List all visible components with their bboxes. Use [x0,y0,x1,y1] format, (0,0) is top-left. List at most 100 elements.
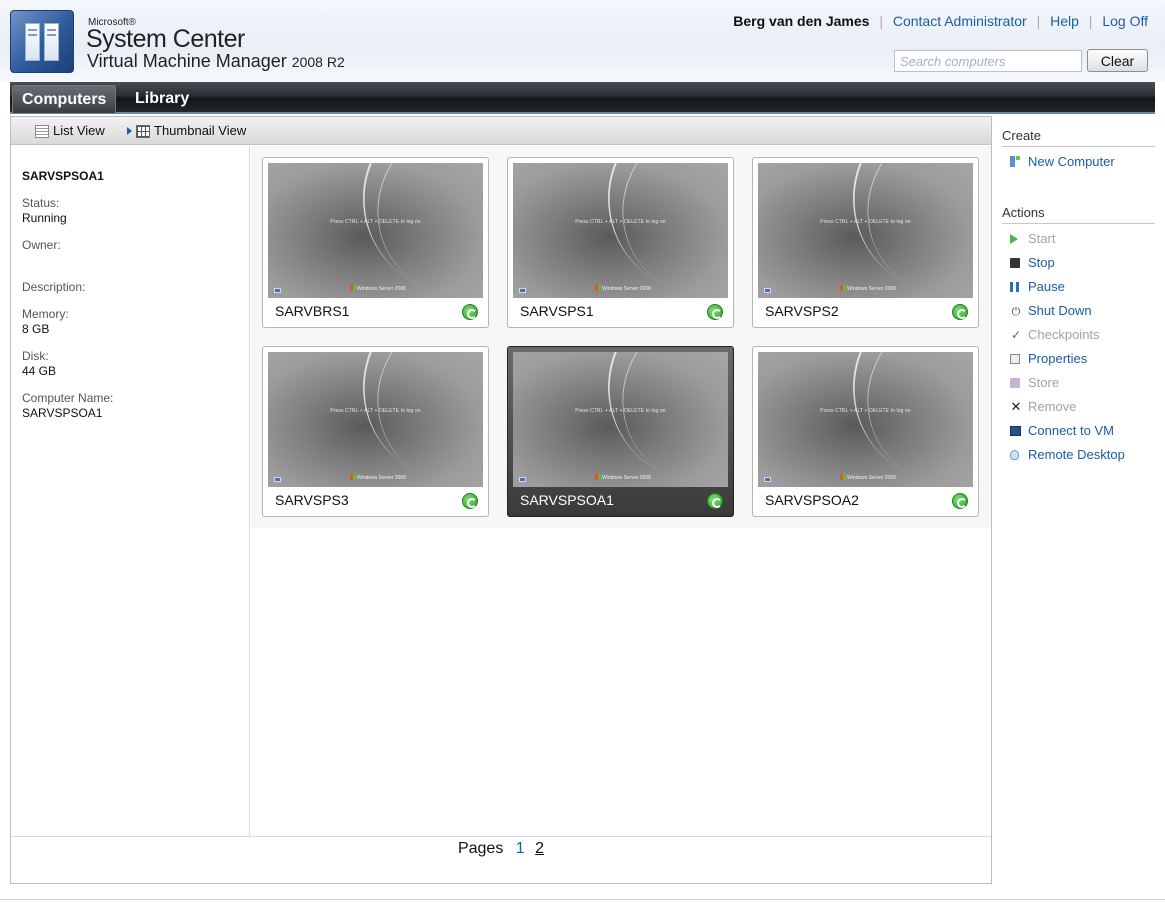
running-status-icon [462,304,478,320]
windows-logo: Windows Server 2008 [840,285,896,292]
actions-heading: Actions [1002,205,1155,224]
thumbnail-view-label: Thumbnail View [154,123,247,138]
store-icon [1010,378,1020,388]
user-links: Berg van den James | Contact Administrat… [733,13,1148,29]
accessibility-icon [764,477,771,482]
disk-value: 44 GB [22,364,57,378]
windows-logo: Windows Server 2008 [595,285,651,292]
memory-label: Memory: [22,307,69,321]
computer-name-label: Computer Name: [22,391,114,405]
login-prompt-text: Press CTRL + ALT + DELETE to log on [575,408,666,414]
disk-label: Disk: [22,349,49,363]
computer-name-value: SARVSPSOA1 [22,406,103,420]
tab-library[interactable]: Library [126,85,198,113]
pause-action[interactable]: Pause [1010,279,1065,297]
start-icon [1010,234,1018,244]
page-2-link[interactable]: 2 [535,840,544,857]
vm-card-sarvspsoa2[interactable]: Press CTRL + ALT + DELETE to log on Wind… [752,346,979,517]
pagination: Pages 1 2 [11,836,991,884]
accessibility-icon [274,288,281,293]
vm-name: SARVSPS2 [765,303,839,319]
vm-name: SARVSPSOA1 [520,492,614,508]
computers-panel: List View Thumbnail View SARVSPSOA1 Stat… [10,116,992,884]
windows-flag-icon [595,285,601,291]
running-status-icon [707,304,723,320]
search-computers-input[interactable] [894,50,1082,72]
login-prompt-text: Press CTRL + ALT + DELETE to log on [820,408,911,414]
vm-screen-thumbnail: Press CTRL + ALT + DELETE to log on Wind… [268,163,483,298]
properties-action[interactable]: Properties [1010,351,1087,369]
windows-logo: Windows Server 2008 [595,474,651,481]
help-link[interactable]: Help [1050,13,1079,29]
pages-label: Pages [457,840,504,857]
accessibility-icon [519,477,526,482]
status-value: Running [22,211,67,225]
connect-to-vm-action[interactable]: Connect to VM [1010,423,1114,441]
tab-computers[interactable]: Computers [12,85,117,113]
windows-flag-icon [840,474,846,480]
windows-logo: Windows Server 2008 [350,285,406,292]
vm-card-sarvsps2[interactable]: Press CTRL + ALT + DELETE to log on Wind… [752,157,979,328]
active-view-arrow-icon [127,127,132,135]
computer-details-pane: SARVSPSOA1 Status: Running Owner: Descri… [11,146,250,836]
selected-computer-title: SARVSPSOA1 [22,169,104,183]
actions-pane: Create New Computer Actions Start Stop P… [992,116,1165,886]
stop-icon [1010,258,1020,268]
vm-name: SARVBRS1 [275,303,350,319]
accessibility-icon [274,477,281,482]
brand-version: 2008 R2 [291,54,345,70]
running-status-icon [462,493,478,509]
vm-card-sarvspsoa1-selected[interactable]: Press CTRL + ALT + DELETE to log on Wind… [507,346,734,517]
list-view-icon [35,125,49,138]
brand-subtitle-text: Virtual Machine Manager [87,51,287,71]
shut-down-action[interactable]: ⏻ Shut Down [1010,303,1092,321]
list-view-label: List View [53,123,105,138]
view-toolbar: List View Thumbnail View [11,117,991,145]
vm-name: SARVSPS3 [275,492,349,508]
link-separator: | [1036,13,1041,29]
new-computer-action[interactable]: New Computer [1010,154,1115,172]
vm-card-sarvsps1[interactable]: Press CTRL + ALT + DELETE to log on Wind… [507,157,734,328]
store-action[interactable]: Store [1010,375,1059,393]
checkpoints-action[interactable]: ✓ Checkpoints [1010,327,1100,345]
vm-screen-thumbnail: Press CTRL + ALT + DELETE to log on Wind… [513,352,728,487]
log-off-link[interactable]: Log Off [1102,13,1148,29]
list-view-button[interactable]: List View [35,123,105,139]
accessibility-icon [519,288,526,293]
remove-icon: ✕ [1010,399,1022,414]
login-prompt-text: Press CTRL + ALT + DELETE to log on [330,219,421,225]
vm-name: SARVSPS1 [520,303,594,319]
create-heading: Create [1002,128,1155,147]
windows-flag-icon [350,285,356,291]
running-status-icon [952,493,968,509]
remove-action[interactable]: ✕ Remove [1010,399,1077,417]
stop-action[interactable]: Stop [1010,255,1055,273]
vmm-logo-icon [10,10,74,73]
thumbnail-view-button[interactable]: Thumbnail View [127,123,246,139]
owner-label: Owner: [22,238,61,252]
windows-logo: Windows Server 2008 [840,474,896,481]
description-label: Description: [22,280,86,294]
shutdown-icon: ⏻ [1011,306,1021,318]
vm-screen-thumbnail: Press CTRL + ALT + DELETE to log on Wind… [758,163,973,298]
app-header: Microsoft® System Center Virtual Machine… [0,0,1165,82]
page-bottom-divider [0,899,1165,900]
vm-card-sarvbrs1[interactable]: Press CTRL + ALT + DELETE to log on Wind… [262,157,489,328]
windows-flag-icon [350,474,356,480]
start-action[interactable]: Start [1010,231,1055,249]
login-prompt-text: Press CTRL + ALT + DELETE to log on [820,219,911,225]
link-separator: | [879,13,883,29]
page-1-link[interactable]: 1 [516,840,525,857]
running-status-icon [952,304,968,320]
brand-title: System Center [86,25,245,53]
remote-desktop-action[interactable]: Remote Desktop [1010,447,1125,465]
vm-card-sarvsps3[interactable]: Press CTRL + ALT + DELETE to log on Wind… [262,346,489,517]
contact-administrator-link[interactable]: Contact Administrator [893,13,1027,29]
accessibility-icon [764,288,771,293]
clear-search-button[interactable]: Clear [1087,49,1148,72]
connect-icon [1010,426,1021,436]
vm-screen-thumbnail: Press CTRL + ALT + DELETE to log on Wind… [758,352,973,487]
new-computer-icon [1010,156,1020,167]
remote-desktop-icon [1010,450,1019,460]
login-prompt-text: Press CTRL + ALT + DELETE to log on [575,219,666,225]
